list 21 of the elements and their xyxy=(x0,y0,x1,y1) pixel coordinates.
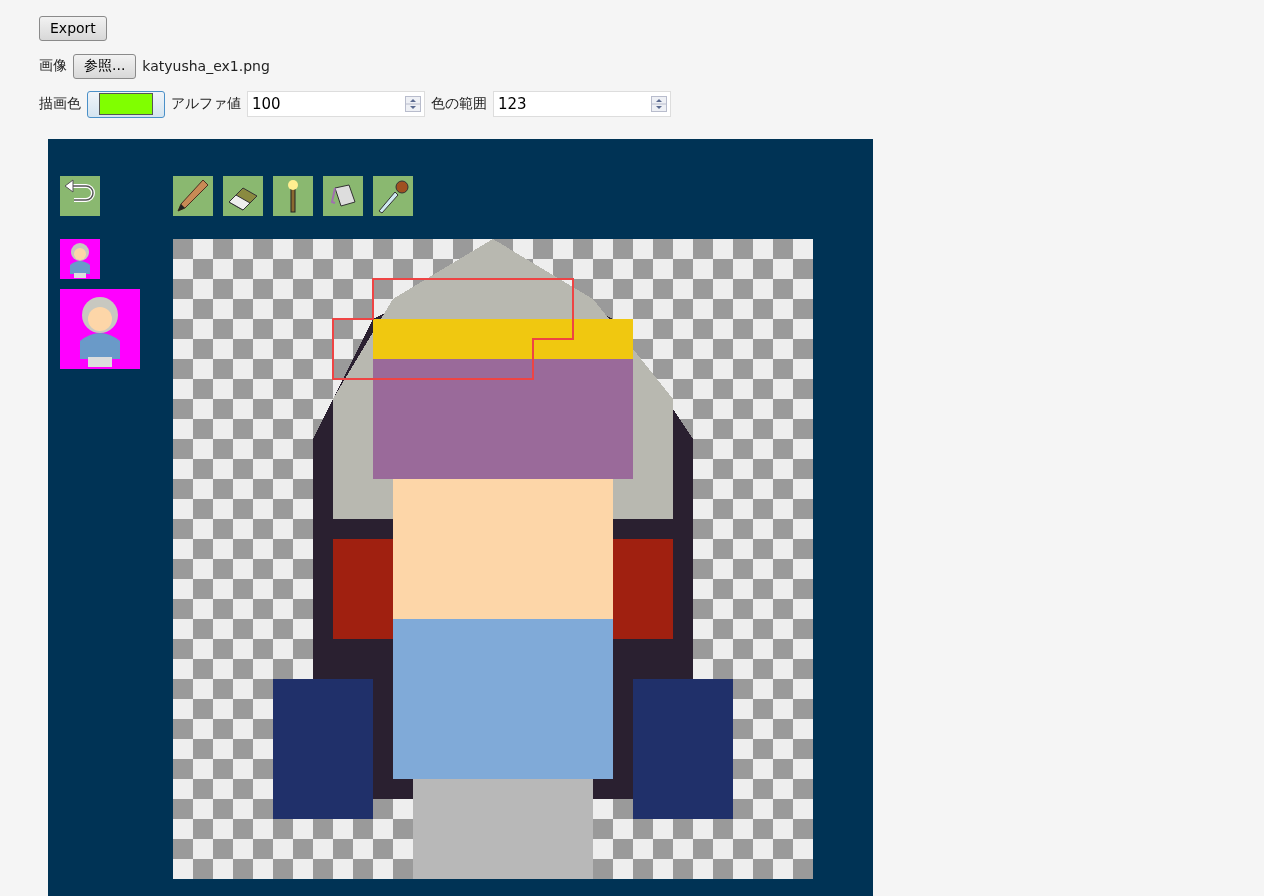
range-value[interactable]: 123 xyxy=(494,95,651,113)
image-label: 画像 xyxy=(39,57,67,75)
alpha-field[interactable]: 100 xyxy=(247,91,425,117)
spinner-icon[interactable] xyxy=(405,96,421,112)
alpha-label: アルファ値 xyxy=(171,95,241,113)
range-label: 色の範囲 xyxy=(431,95,487,113)
tool-button[interactable] xyxy=(173,176,213,216)
color-label: 描画色 xyxy=(39,95,81,113)
range-field[interactable]: 123 xyxy=(493,91,671,117)
tool-button[interactable] xyxy=(373,176,413,216)
tool-button[interactable] xyxy=(323,176,363,216)
tool-button[interactable] xyxy=(223,176,263,216)
file-name: katyusha_ex1.png xyxy=(142,58,270,74)
color-picker[interactable] xyxy=(87,90,165,118)
spinner-icon[interactable] xyxy=(651,96,667,112)
export-button[interactable]: Export xyxy=(39,15,107,41)
tool-button[interactable] xyxy=(273,176,313,216)
browse-button[interactable]: 参照... xyxy=(73,53,137,79)
wand-icon xyxy=(287,179,299,213)
tool-button[interactable] xyxy=(60,176,100,216)
alpha-value[interactable]: 100 xyxy=(248,95,405,113)
